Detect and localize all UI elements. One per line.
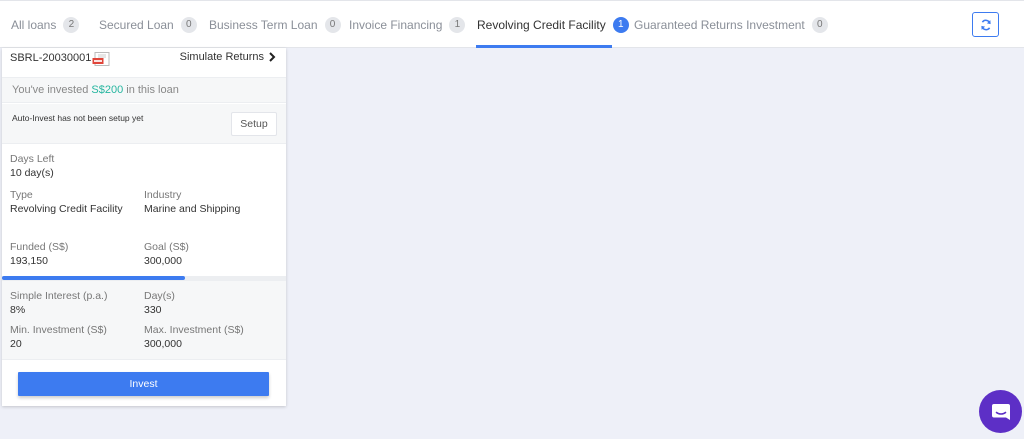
min-investment-label: Min. Investment (S$) — [10, 324, 107, 336]
refresh-button[interactable] — [972, 12, 999, 37]
tab-count-badge: 0 — [180, 16, 197, 33]
days-left-label: Days Left — [10, 153, 55, 165]
tab-guaranteed-returns-investment[interactable]: Guaranteed Returns Investment 0 — [634, 1, 828, 48]
days-label: Day(s) — [144, 290, 175, 302]
max-investment-value: 300,000 — [144, 338, 182, 350]
chat-icon — [991, 403, 1010, 420]
invested-prefix: You've invested — [12, 84, 89, 96]
funded-label: Funded (S$) — [10, 241, 69, 253]
tab-count-badge: 0 — [324, 16, 341, 33]
interest-value: 8% — [10, 304, 26, 316]
min-investment-value: 20 — [10, 338, 22, 350]
tab-count-badge: 0 — [811, 16, 828, 33]
invested-amount: S$200 — [91, 84, 124, 96]
simulate-returns-label: Simulate Returns — [179, 51, 264, 63]
type-label: Type — [10, 189, 33, 201]
loan-type-tabs: All loans 2 Secured Loan 0 Business Term… — [0, 0, 1024, 48]
simulate-returns-link[interactable]: Simulate Returns — [180, 51, 276, 63]
invested-suffix: in this loan — [126, 84, 179, 96]
tab-count-badge: 1 — [612, 16, 629, 33]
industry-label: Industry — [144, 189, 182, 201]
loan-terms-section: Simple Interest (p.a.) 8% Day(s) 330 Min… — [2, 280, 286, 360]
tab-secured-loan[interactable]: Secured Loan 0 — [99, 1, 197, 48]
loan-id: SBRL-20030001 — [10, 52, 92, 64]
tab-revolving-credit-facility[interactable]: Revolving Credit Facility 1 — [477, 1, 629, 48]
goal-value: 300,000 — [144, 255, 182, 267]
tab-invoice-financing[interactable]: Invoice Financing 1 — [349, 1, 466, 48]
tab-all-loans[interactable]: All loans 2 — [11, 1, 80, 48]
tab-label: Business Term Loan — [209, 17, 318, 32]
tab-label: Revolving Credit Facility — [477, 17, 606, 32]
chat-launcher-button[interactable] — [979, 390, 1022, 433]
days-value: 330 — [144, 304, 162, 316]
days-left-value: 10 day(s) — [10, 167, 54, 179]
auto-invest-section: Auto-Invest has not been setup yet Setup — [2, 104, 286, 144]
interest-label: Simple Interest (p.a.) — [10, 290, 108, 302]
tab-count-badge: 2 — [63, 16, 80, 33]
tab-label: Guaranteed Returns Investment — [634, 17, 805, 32]
tab-label: Invoice Financing — [349, 17, 443, 32]
active-tab-indicator — [476, 45, 612, 48]
tab-count-badge: 1 — [449, 16, 466, 33]
refresh-icon — [980, 19, 991, 30]
industry-value: Marine and Shipping — [144, 203, 241, 215]
setup-button[interactable]: Setup — [231, 112, 277, 136]
funded-value: 193,150 — [10, 255, 48, 267]
chevron-right-icon — [269, 52, 276, 62]
tab-label: All loans — [11, 17, 57, 32]
pdf-icon[interactable] — [92, 52, 110, 69]
goal-label: Goal (S$) — [144, 241, 189, 253]
tab-label: Secured Loan — [99, 17, 174, 32]
invest-button[interactable]: Invest — [18, 372, 269, 396]
invested-summary: You've invested S$200 in this loan — [2, 77, 286, 103]
type-value: Revolving Credit Facility — [10, 203, 123, 215]
tab-business-term-loan[interactable]: Business Term Loan 0 — [209, 1, 341, 48]
loan-card: SBRL-20030001 Simulate Returns You've in… — [2, 48, 286, 406]
max-investment-label: Max. Investment (S$) — [144, 324, 244, 336]
loan-card-header: SBRL-20030001 Simulate Returns — [2, 48, 286, 76]
auto-invest-status: Auto-Invest has not been setup yet — [12, 113, 144, 123]
